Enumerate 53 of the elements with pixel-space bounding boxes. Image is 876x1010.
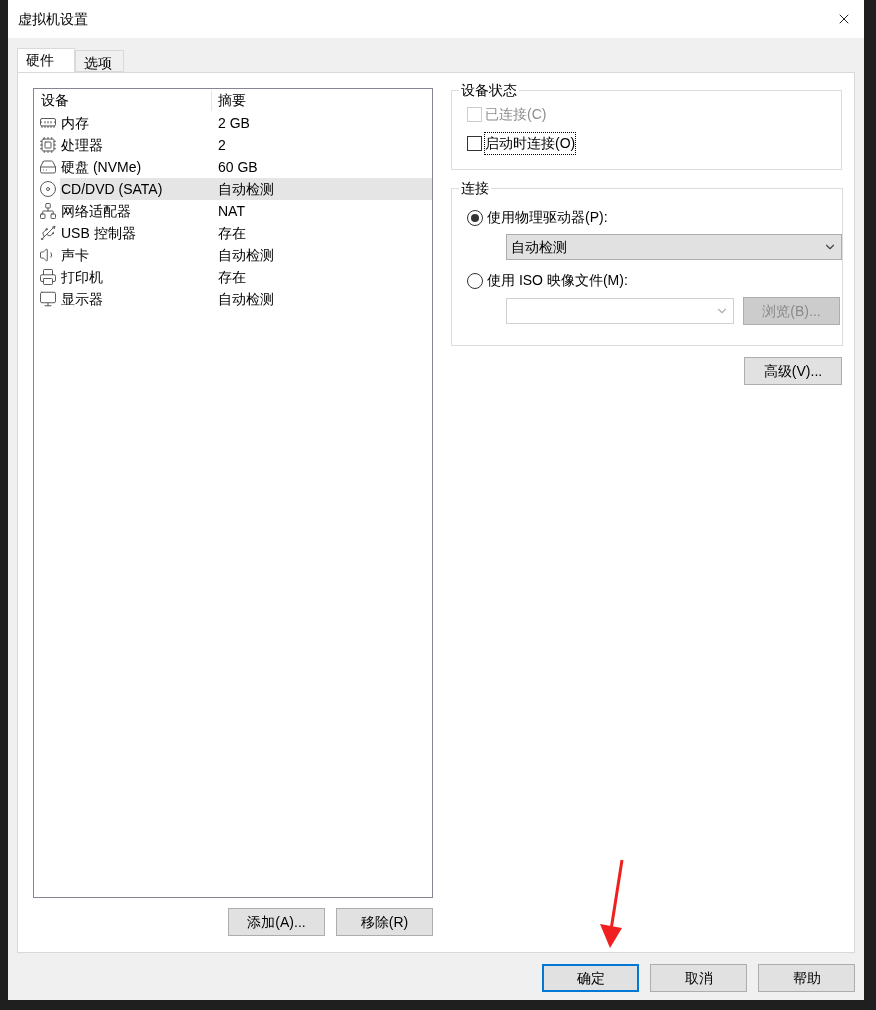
device-summary: 自动检测	[218, 179, 274, 199]
device-summary: NAT	[218, 201, 245, 221]
device-name: USB 控制器	[60, 223, 137, 243]
column-header[interactable]: 设备	[34, 90, 212, 111]
device-summary: 自动检测	[218, 245, 274, 265]
list-row[interactable]: 显示器 自动检测	[60, 288, 432, 310]
device-name: 网络适配器	[60, 201, 132, 221]
window-title: 虚拟机设置	[18, 9, 88, 29]
checkbox-label: 启动时连接(O)	[485, 133, 576, 154]
device-name: 显示器	[60, 289, 104, 309]
disc-icon	[39, 180, 57, 198]
checkbox-label: 已连接(C)	[485, 105, 547, 124]
device-name: 硬盘 (NVMe)	[60, 157, 143, 177]
list-row[interactable]: 打印机 存在	[60, 266, 432, 288]
device-summary: 自动检测	[218, 289, 274, 309]
list-row[interactable]: 网络适配器 NAT	[60, 200, 432, 222]
button[interactable]: 帮助	[758, 964, 855, 992]
tab[interactable]: 硬件	[17, 48, 75, 73]
usb-icon	[39, 224, 57, 242]
column-header[interactable]: 摘要	[212, 90, 246, 111]
tab[interactable]: 选项	[75, 50, 124, 72]
group-title: 连接	[460, 179, 490, 198]
radio-label: 使用 ISO 映像文件(M):	[487, 271, 628, 290]
radio-label: 使用物理驱动器(P):	[487, 208, 608, 227]
list-row[interactable]: 硬盘 (NVMe) 60 GB	[60, 156, 432, 178]
device-summary: 2 GB	[218, 113, 250, 133]
device-name: 打印机	[60, 267, 104, 287]
device-summary: 存在	[218, 267, 246, 287]
button[interactable]: 高级(V)...	[744, 357, 842, 385]
printer-icon	[39, 268, 57, 286]
button[interactable]: 移除(R)	[336, 908, 433, 936]
device-summary: 60 GB	[218, 157, 258, 177]
group-title: 设备状态	[460, 81, 518, 100]
device-name: 处理器	[60, 135, 104, 155]
list-row[interactable]: USB 控制器 存在	[60, 222, 432, 244]
checkbox[interactable]	[467, 136, 482, 151]
list-row[interactable]: 声卡 自动检测	[60, 244, 432, 266]
button[interactable]: 添加(A)...	[228, 908, 325, 936]
device-name: 内存	[60, 113, 90, 133]
dropdown[interactable]: 自动检测	[506, 234, 842, 260]
network-icon	[39, 202, 57, 220]
monitor-icon	[39, 290, 57, 308]
device-name: CD/DVD (SATA)	[60, 179, 164, 199]
list-row[interactable]: CD/DVD (SATA) 自动检测	[60, 178, 432, 200]
device-name: 声卡	[60, 245, 90, 265]
button[interactable]: 取消	[650, 964, 747, 992]
device-summary: 存在	[218, 223, 246, 243]
button[interactable]: 确定	[542, 964, 639, 992]
chip-icon	[39, 136, 57, 154]
list-row[interactable]: 内存 2 GB	[60, 112, 432, 134]
hard-drive-icon	[39, 158, 57, 176]
list-row[interactable]: 处理器 2	[60, 134, 432, 156]
device-summary: 2	[218, 135, 226, 155]
